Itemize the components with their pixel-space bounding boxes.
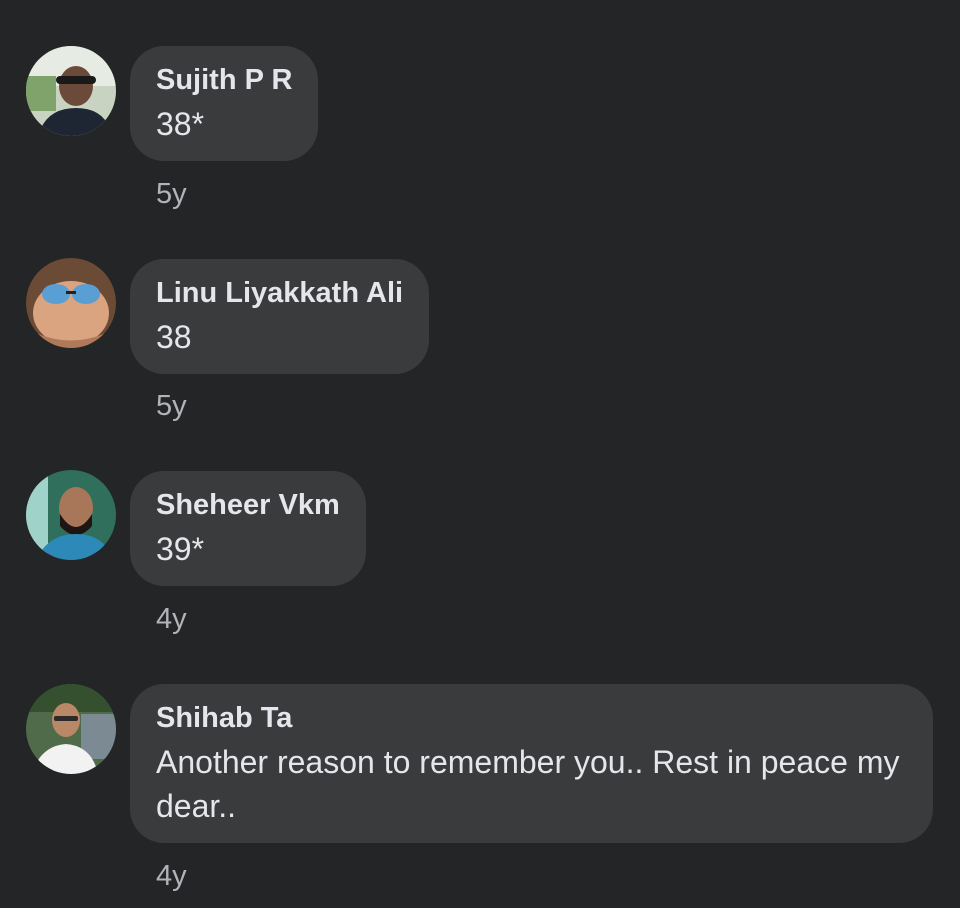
comment-text: 38 <box>156 319 192 355</box>
avatar[interactable] <box>26 258 116 348</box>
comment-bubble: Linu Liyakkath Ali 38 <box>130 259 430 374</box>
comment-timestamp[interactable]: 4y <box>156 603 187 636</box>
comment-author[interactable]: Linu Liyakkath Ali <box>156 275 403 311</box>
comment-author[interactable]: Sujith P R <box>156 62 292 98</box>
comment-author[interactable]: Shihab Ta <box>156 700 907 736</box>
avatar[interactable] <box>26 684 116 774</box>
avatar[interactable] <box>26 470 116 560</box>
comment-bubble: Sheheer Vkm 39* <box>130 471 366 586</box>
comment-bubble: Shihab Ta Another reason to remember you… <box>130 684 933 843</box>
comment-text: Another reason to remember you.. Rest in… <box>156 744 900 824</box>
comment-text: 39* <box>156 531 205 567</box>
comment-timestamp[interactable]: 5y <box>156 390 187 423</box>
comment-bubble: Sujith P R 38* <box>130 46 319 161</box>
comment-author[interactable]: Sheheer Vkm <box>156 487 340 523</box>
comment-timestamp[interactable]: 4y <box>156 860 187 893</box>
avatar[interactable] <box>26 46 116 136</box>
comment-text: 38* <box>156 106 205 142</box>
comment-timestamp[interactable]: 5y <box>156 178 187 211</box>
